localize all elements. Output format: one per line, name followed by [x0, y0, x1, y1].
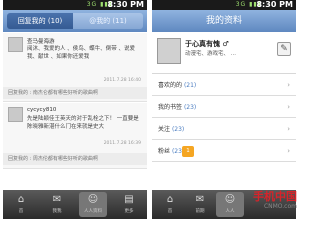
menu-label: 我的书签	[158, 104, 183, 111]
nav-label: 更多	[124, 209, 134, 214]
status-bar: 3G ▮▮▮ 8:30 PM	[152, 0, 296, 10]
post-time: 2011.7.28 16:40	[103, 78, 141, 83]
clock: 8:30 PM	[107, 0, 144, 9]
avatar[interactable]	[8, 37, 23, 52]
chevron-right-icon: ›	[287, 81, 290, 89]
nav-messages[interactable]: ✉ 我我	[43, 192, 71, 217]
nav-home[interactable]: ⌂ 首	[156, 192, 184, 217]
post-time: 2011.7.28 16:39	[103, 141, 141, 146]
tab-mentions[interactable]: @我的 (11)	[73, 13, 143, 29]
nav-label: 首	[167, 209, 173, 214]
menu-label: 喜欢的的	[158, 82, 183, 89]
left-screen: 3G ▮▮▮ 8:30 PM 回复我的 (10) @我的 (11) 查马曼海游 …	[3, 0, 147, 219]
menu-favorites[interactable]: 喜欢的的 (21) ›	[152, 75, 296, 96]
avatar[interactable]	[8, 107, 23, 122]
menu-label: 粉丝	[158, 148, 171, 155]
avatar[interactable]	[157, 38, 181, 64]
nav-home[interactable]: ⌂ 首	[7, 192, 35, 217]
menu-count: (23)	[183, 104, 197, 111]
profile-name: 于心真有愧 ♂	[185, 40, 229, 48]
tab-bar: 回复我的 (10) @我的 (11)	[3, 10, 147, 32]
profile-bio: 动漫宅、游戏宅、 ...	[185, 51, 236, 57]
status-bar: 3G ▮▮▮ 8:30 PM	[3, 0, 147, 10]
profile-header: 于心真有愧 ♂ 动漫宅、游戏宅、 ... ✎	[152, 32, 296, 74]
watermark-url: CNMO.com	[263, 203, 297, 210]
menu-count: (23)	[171, 126, 185, 133]
post-text: 先是陆颖佳王英天的对于乱栓之下！ 一直要是陈晓雅新湛什么门在来就是史大	[27, 116, 139, 130]
nav-messages[interactable]: ✉ 前期	[186, 192, 214, 217]
chevron-right-icon: ›	[287, 147, 290, 155]
post-author[interactable]: 查马曼海游	[27, 37, 55, 45]
chevron-right-icon: ›	[287, 125, 290, 133]
bottom-nav: ⌂ 首 ✉ 我我 ☺ 人人资料 ▤ 更多	[3, 190, 147, 219]
page-title: 我的资料	[152, 10, 296, 32]
nav-label: 人人资料	[84, 209, 102, 214]
menu-followers[interactable]: 粉丝 (23) 1 ›	[152, 141, 296, 162]
mail-icon: ✉	[52, 194, 62, 205]
post-reply-context[interactable]: 回复我的 : 周杰伦都有哪些好听的歌曲啊	[3, 153, 147, 165]
nav-label: 前期	[195, 209, 205, 214]
more-icon: ▤	[124, 194, 134, 205]
nav-more[interactable]: ▤ 更多	[115, 192, 143, 217]
menu-bookmarks[interactable]: 我的书签 (23) ›	[152, 97, 296, 118]
list-item[interactable]: 查马曼海游 阅沐、我爱的人 、侯鸟、蝶牛、倒带 、说爱我、献世 、如果你还爱我 …	[3, 33, 147, 102]
list-item[interactable]: cycycy810 先是陆颖佳王英天的对于乱栓之下！ 一直要是陈晓雅新湛什么门在…	[3, 103, 147, 169]
menu-following[interactable]: 关注 (23) ›	[152, 119, 296, 140]
chevron-right-icon: ›	[287, 103, 290, 111]
menu-label: 关注	[158, 126, 171, 133]
nav-label: 首	[18, 209, 24, 214]
menu-count: (21)	[183, 82, 197, 89]
home-icon: ⌂	[166, 194, 174, 205]
watermark: 手机中国 CNMO.com	[235, 188, 297, 218]
watermark-brand: 手机中国	[253, 190, 297, 203]
right-screen: 3G ▮▮▮ 8:30 PM 我的资料 于心真有愧 ♂ 动漫宅、游戏宅、 ...…	[152, 0, 296, 219]
post-author[interactable]: cycycy810	[27, 107, 56, 113]
post-text: 阅沐、我爱的人 、侯鸟、蝶牛、倒带 、说爱我、献世 、如果你还爱我	[27, 46, 135, 60]
new-count-badge: 1	[182, 146, 194, 157]
user-icon: ☺	[87, 194, 99, 205]
edit-icon[interactable]: ✎	[277, 42, 291, 56]
nav-profile[interactable]: ☺ 人人资料	[79, 192, 107, 217]
nav-label: 我我	[52, 209, 62, 214]
mail-icon: ✉	[195, 194, 205, 205]
clock: 8:30 PM	[256, 0, 293, 9]
home-icon: ⌂	[17, 194, 25, 205]
post-reply-context[interactable]: 回复我的 : 南杰仑都有哪些好听的歌曲啊	[3, 87, 147, 99]
tab-replies[interactable]: 回复我的 (10)	[7, 13, 73, 29]
